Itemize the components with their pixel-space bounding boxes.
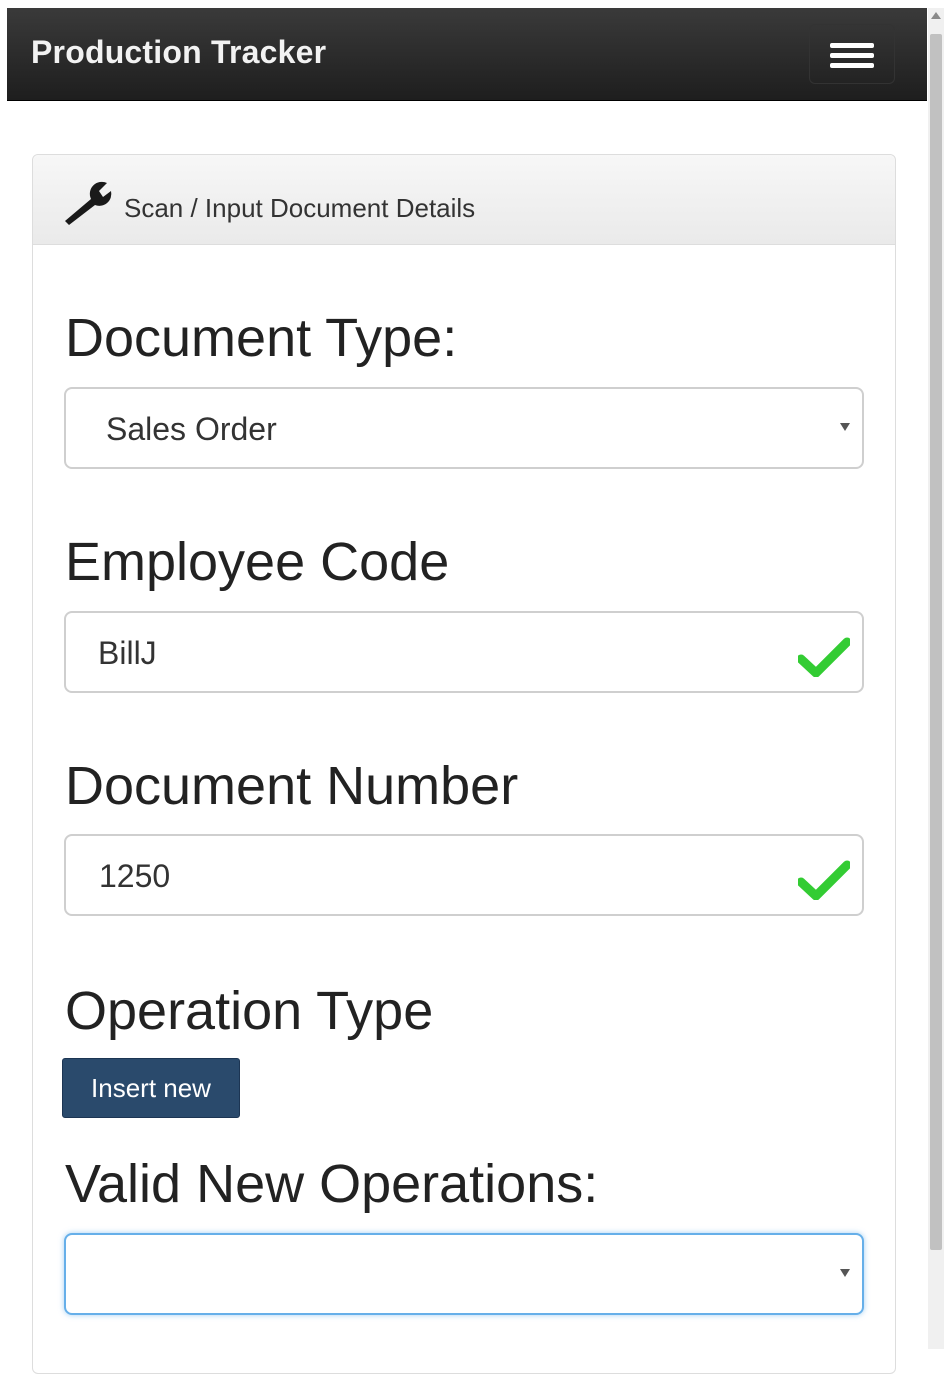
panel-title: Scan / Input Document Details xyxy=(124,193,476,223)
valid-new-operations-label: Valid New Operations: xyxy=(65,1154,599,1214)
window-top-strip xyxy=(0,0,944,8)
document-number-label: Document Number xyxy=(65,756,519,816)
menu-toggle-button[interactable] xyxy=(809,24,895,84)
dropdown-caret-icon xyxy=(840,423,850,431)
dropdown-caret-icon xyxy=(840,1269,850,1277)
checkmark-icon xyxy=(798,637,850,677)
document-type-label: Document Type: xyxy=(65,308,458,368)
employee-code-input[interactable]: BillJ xyxy=(64,611,864,693)
document-type-value: Sales Order xyxy=(106,411,277,447)
checkmark-icon xyxy=(798,860,850,900)
panel-heading: Scan / Input Document Details xyxy=(33,155,895,245)
document-number-value: 1250 xyxy=(99,858,171,894)
employee-code-value: BillJ xyxy=(98,635,157,671)
navbar: Production Tracker xyxy=(7,8,927,101)
document-details-panel: Scan / Input Document Details Document T… xyxy=(32,154,896,1374)
scrollbar-thumb[interactable] xyxy=(930,34,942,1250)
operation-type-label: Operation Type xyxy=(65,981,434,1041)
wrench-icon xyxy=(65,181,112,225)
document-number-input[interactable]: 1250 xyxy=(64,834,864,916)
insert-new-button[interactable]: Insert new xyxy=(62,1058,240,1118)
document-type-select[interactable]: Sales Order xyxy=(64,387,864,469)
employee-code-label: Employee Code xyxy=(65,532,450,592)
app-brand[interactable]: Production Tracker xyxy=(31,34,326,71)
valid-new-operations-select[interactable] xyxy=(64,1233,864,1315)
scroll-up-arrow-icon[interactable] xyxy=(931,12,941,19)
